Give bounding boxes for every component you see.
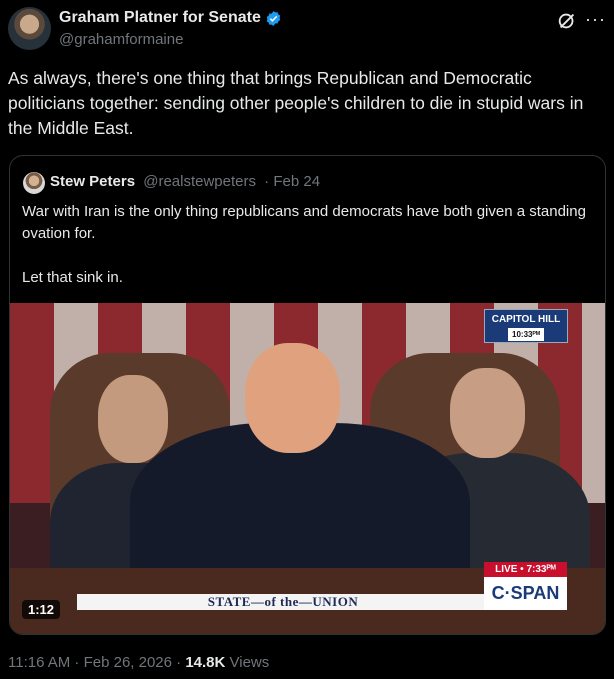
author-name-row[interactable]: Graham Platner for Senate [59,9,282,27]
right-face [450,368,525,458]
post-timestamp[interactable]: 11:16 AM · Feb 26, 2026 · 14.8K Views [8,654,269,671]
more-icon[interactable]: ··· [585,9,606,30]
left-face [98,375,168,463]
video-player[interactable]: CAPITOL HILL 10:33ᴾᴹ STATE—of the—UNION … [10,303,605,634]
tweet-text: As always, there's one thing that brings… [8,68,584,138]
post-time[interactable]: 11:16 AM · Feb 26, 2026 · [8,654,185,671]
video-duration: 1:12 [22,600,61,619]
capitol-time: 10:33ᴾᴹ [508,328,544,341]
views-count: 14.8K [185,654,226,671]
quoted-avatar [23,172,45,194]
views-label: Views [225,654,270,671]
quoted-name: Stew Peters [50,173,136,190]
capitol-hill-badge: CAPITOL HILL 10:33ᴾᴹ [484,309,568,343]
capitol-location: CAPITOL HILL [491,314,561,325]
quoted-header: Stew Peters @realstewpeters · Feb 24 [50,173,320,190]
author-name[interactable]: Graham Platner for Senate [59,9,261,27]
grok-icon[interactable] [556,10,578,32]
quoted-handle: @realstewpeters [143,173,256,190]
cspan-logo: C·SPAN [484,577,567,610]
verified-badge-icon [266,10,281,26]
author-handle[interactable]: @grahamformaine [59,31,183,48]
quoted-date: · Feb 24 [264,173,321,190]
state-of-union-banner: STATE—of the—UNION [77,594,489,610]
live-time-bar: LIVE • 7:33ᴾᴹ [484,562,567,577]
quoted-tweet-card[interactable]: Stew Peters @realstewpeters · Feb 24 War… [9,155,606,635]
speaker-face [245,343,340,453]
quoted-text: War with Iran is the only thing republic… [22,203,586,286]
author-avatar[interactable] [8,7,51,50]
